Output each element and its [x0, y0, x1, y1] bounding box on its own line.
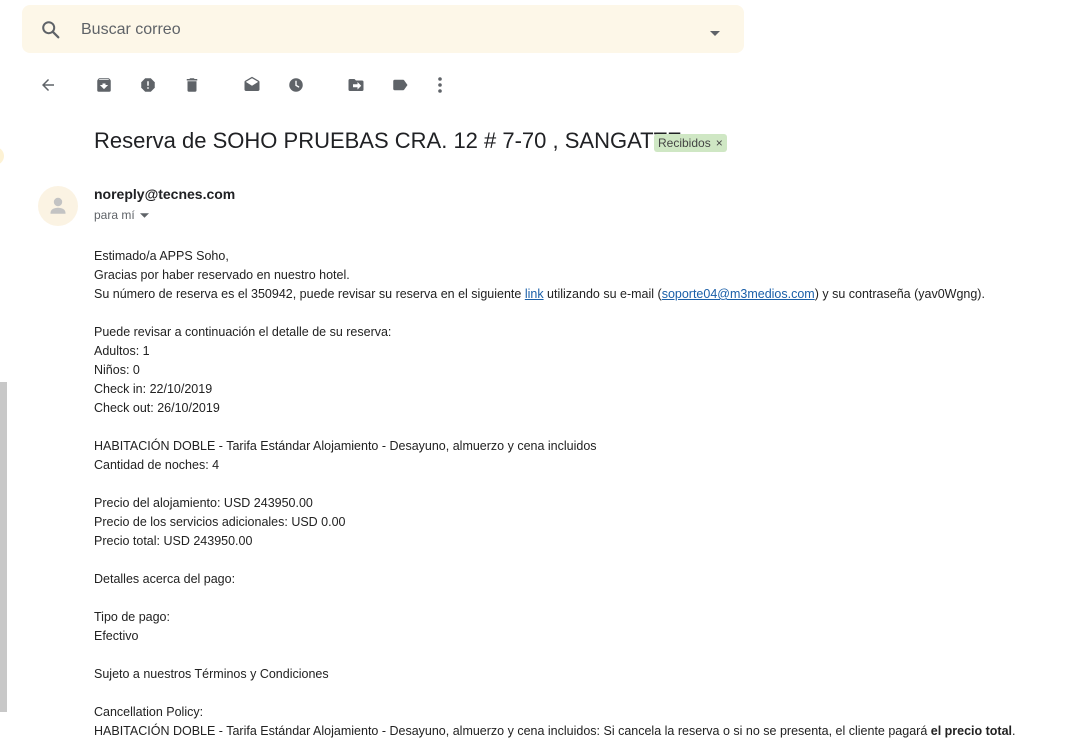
children-line: Niños: 0 — [94, 363, 140, 377]
cancellation-text: HABITACIÓN DOBLE - Tarifa Estándar Aloja… — [94, 724, 931, 738]
search-input[interactable] — [79, 5, 643, 55]
search-options-caret-icon[interactable] — [709, 25, 721, 43]
adults-line: Adultos: 1 — [94, 344, 150, 358]
side-panel-edge — [0, 147, 4, 165]
checkin-line: Check in: 22/10/2019 — [94, 382, 213, 396]
archive-icon[interactable] — [92, 73, 116, 97]
thanks-line: Gracias por haber reservado en nuestro h… — [94, 268, 350, 282]
nights-line: Cantidad de noches: 4 — [94, 458, 220, 472]
remove-label-icon[interactable]: × — [716, 136, 723, 150]
reservation-suffix: ) y su contraseña (yav0Wgng). — [814, 287, 985, 301]
cancellation-title: Cancellation Policy: — [94, 705, 204, 719]
checkout-line: Check out: 26/10/2019 — [94, 401, 220, 415]
label-icon[interactable] — [388, 73, 412, 97]
payment-type-label: Tipo de pago: — [94, 610, 170, 624]
person-icon — [50, 197, 66, 214]
payment-details-line: Detalles acerca del pago: — [94, 572, 236, 586]
payment-type-value: Efectivo — [94, 629, 139, 643]
report-spam-icon[interactable] — [136, 73, 160, 97]
detail-intro: Puede revisar a continuación el detalle … — [94, 325, 392, 339]
recipient-label: para mí — [94, 208, 135, 222]
delete-icon[interactable] — [180, 73, 204, 97]
avatar[interactable] — [38, 186, 78, 226]
email-body: Estimado/a APPS Soho, Gracias por haber … — [94, 247, 1016, 741]
cancellation-bold: el precio total — [930, 724, 1013, 738]
label-chip-inbox[interactable]: Recibidos × — [654, 134, 727, 152]
label-chip-text: Recibidos — [658, 136, 711, 150]
recipient-details-toggle[interactable]: para mí — [94, 208, 149, 222]
terms-line: Sujeto a nuestros Términos y Condiciones — [94, 667, 329, 681]
room-line: HABITACIÓN DOBLE - Tarifa Estándar Aloja… — [94, 439, 597, 453]
search-bar — [22, 5, 744, 55]
back-arrow-icon[interactable] — [36, 73, 60, 97]
email-link[interactable]: soporte04@m3medios.com — [662, 287, 815, 301]
sender-address[interactable]: noreply@tecnes.com — [94, 186, 235, 202]
reservation-link[interactable]: link — [525, 287, 544, 301]
chevron-down-icon — [139, 208, 149, 222]
reservation-mid: utilizando su e-mail ( — [543, 287, 662, 301]
email-subject: Reserva de SOHO PRUEBAS CRA. 12 # 7-70 ,… — [94, 128, 682, 153]
reservation-prefix: Su número de reserva es el 350942, puede… — [94, 287, 525, 301]
left-scrollbar[interactable] — [0, 382, 7, 712]
price-services-line: Precio de los servicios adicionales: USD… — [94, 515, 346, 529]
search-icon[interactable] — [40, 19, 62, 41]
cancellation-end: . — [1012, 724, 1016, 738]
mark-unread-icon[interactable] — [240, 73, 264, 97]
move-to-icon[interactable] — [344, 73, 368, 97]
more-vert-icon[interactable] — [428, 73, 452, 97]
price-lodging-line: Precio del alojamiento: USD 243950.00 — [94, 496, 313, 510]
price-total-line: Precio total: USD 243950.00 — [94, 534, 253, 548]
greeting: Estimado/a APPS Soho, — [94, 249, 229, 263]
cancellation-text-line: HABITACIÓN DOBLE - Tarifa Estándar Aloja… — [94, 722, 1016, 741]
snooze-icon[interactable] — [284, 73, 308, 97]
reservation-number-line: Su número de reserva es el 350942, puede… — [94, 285, 1016, 304]
